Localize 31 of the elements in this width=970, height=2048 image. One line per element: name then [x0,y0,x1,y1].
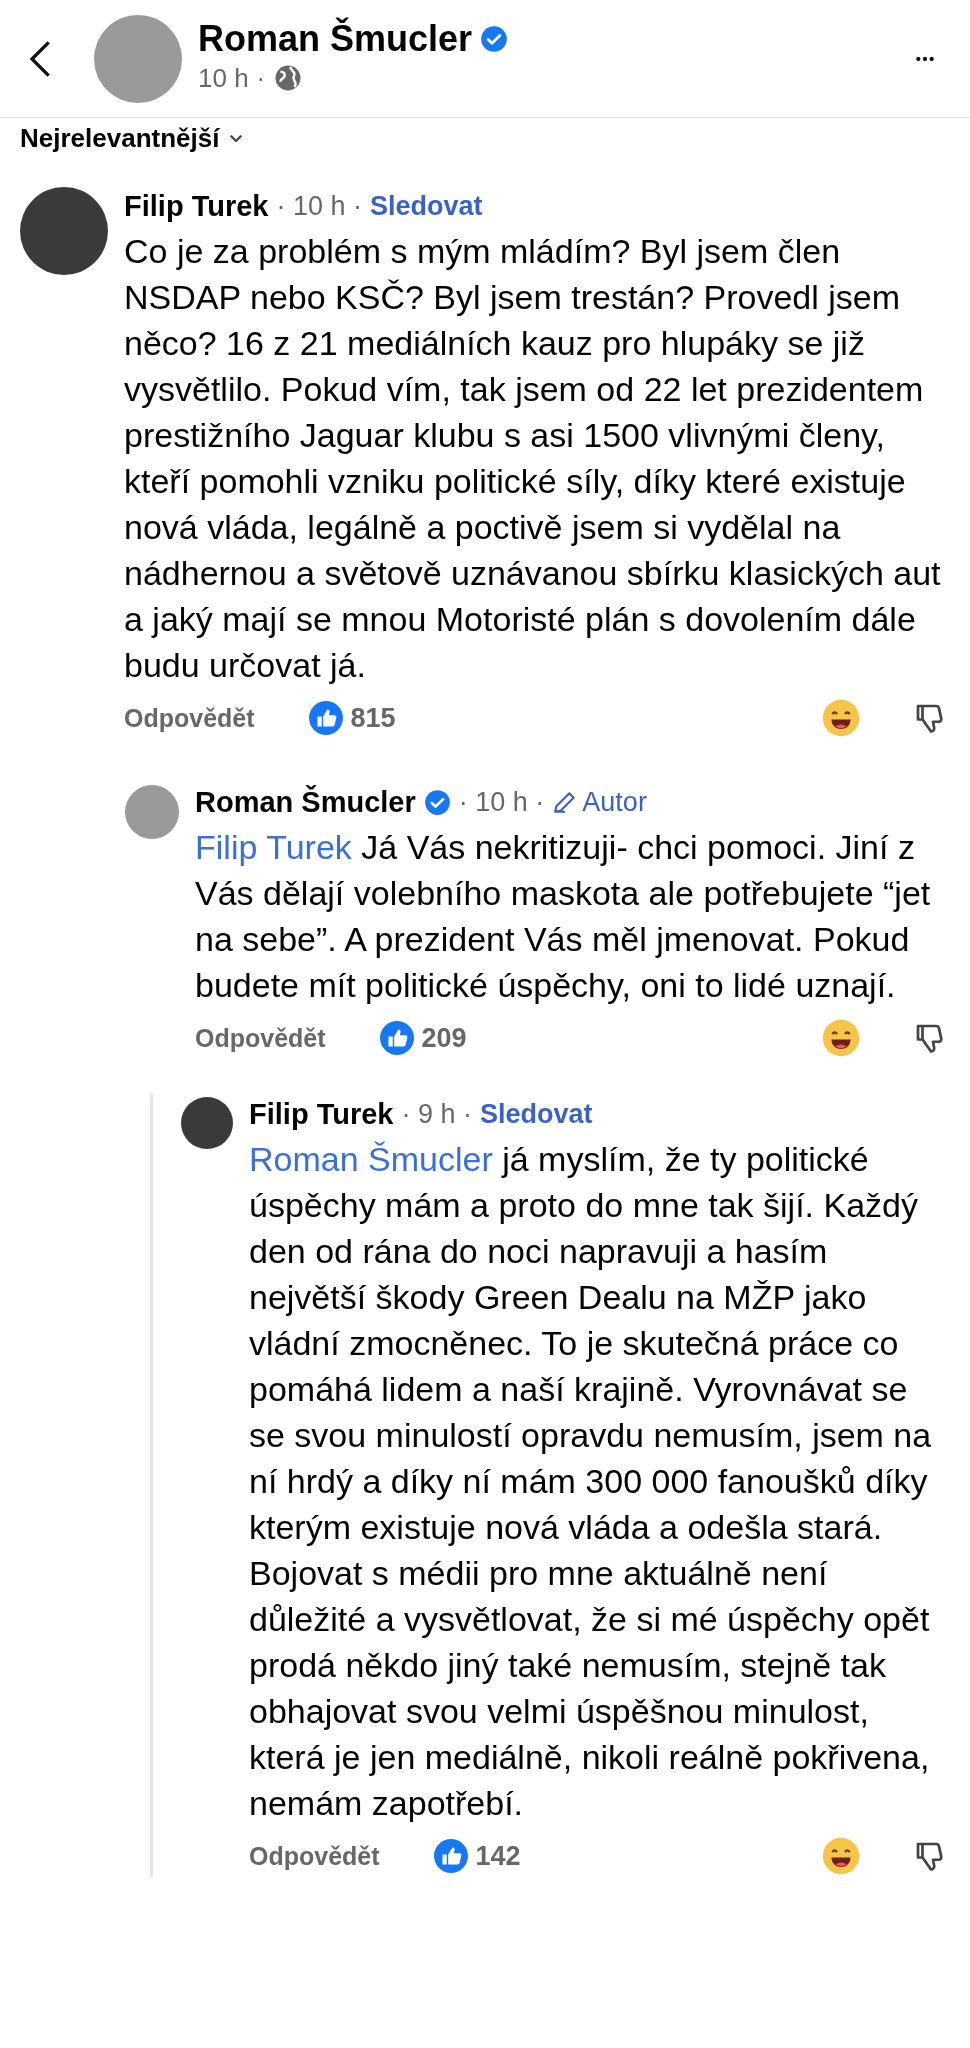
like-icon[interactable] [308,701,343,736]
comment-text: Roman Šmucler já myslím, že ty politické úspěchy mám a proto do mne tak šijí. Každý den od rána do noci napravuji a hasím největší škody Green Dealu na MŽP jako vládní zmocněnec. To je skutečná práce co pomáhá lidem a naší krajině. Vyrovnávat se se svou minulostí opravdu nemusím, jsem na ní hrdý a díky ní mám 300 000 fanoušků díky kterým existuje nová vláda a odešla stará. Bojovat s médii pro mne aktuálně není důležité a vysvětlovat, že si mé úspěchy opět prodá někdo jiný také nemusím, stejně tak obhajovat svou velmi úspěšnou minulost, která je jen mediálně, nikoli reálně pokřivena, nemám zapotřebí. [249,1139,933,1825]
mention-link[interactable]: Roman Šmucler [249,1140,493,1179]
follow-link[interactable]: Sledovat [480,1094,593,1135]
comment-time: · 10 h · [276,190,363,224]
author-name[interactable]: Roman Šmucler [198,19,473,59]
laughing-emoji-icon[interactable] [822,699,860,738]
like-icon[interactable] [379,1021,414,1056]
comment-time: · 9 h · [401,1098,472,1132]
like-count: 209 [421,1022,467,1056]
post-time: 10 h [198,61,249,95]
like-icon[interactable] [433,1839,468,1874]
author-name[interactable]: Roman Šmucler [195,780,416,825]
like-count: 815 [350,702,396,736]
comment-text: Filip Turek Já Vás nekritizuji- chci pomoci. Jiní z Vás dělají volebního maskota ale potřebujete “jet na sebe”. A prezident Vás měl jmenovat. Pokud budete mít politické úspěchy, oni to lidé uznají. [195,827,932,1007]
follow-link[interactable]: Sledovat [370,186,483,227]
avatar[interactable] [181,1096,233,1149]
comment-time: · 10 h · [458,786,545,820]
author-name[interactable]: Filip Turek [249,1092,394,1137]
author-name[interactable]: Filip Turek [124,184,269,229]
comment-text: Co je za problém s mým mládím? Byl jsem člen NSDAP nebo KSČ? Byl jsem trestán? Provedl jsem něco? 16 z 21 mediálních kauz pro hlupáky se již vysvětlilo. Pokud vím, tak jsem od 22 let prezidentem prestižního Jaguar klubu s asi 1500 vlivnými členy, kteří pomohli vzniku politické síly, díky které existuje nová vláda, legálně a poctivě jsem si vydělal na nádhernou a světově uznávanou sbírku klasických aut a jaký mají se mnou Motoristé plán s dovolením dále budu určovat já. [124,231,942,687]
mention-link[interactable]: Filip Turek [195,828,352,867]
sort-dropdown[interactable]: Nejrelevantnější [20,124,220,153]
laughing-emoji-icon[interactable] [822,1019,860,1058]
reply-link[interactable]: Odpovědět [124,699,255,738]
laughing-emoji-icon[interactable] [822,1837,860,1876]
reply-link[interactable]: Odpovědět [195,1019,326,1058]
separator-dot: · [256,61,266,95]
like-count: 142 [475,1840,521,1874]
reply-link[interactable]: Odpovědět [249,1837,380,1876]
author-label: Autor [582,786,647,820]
